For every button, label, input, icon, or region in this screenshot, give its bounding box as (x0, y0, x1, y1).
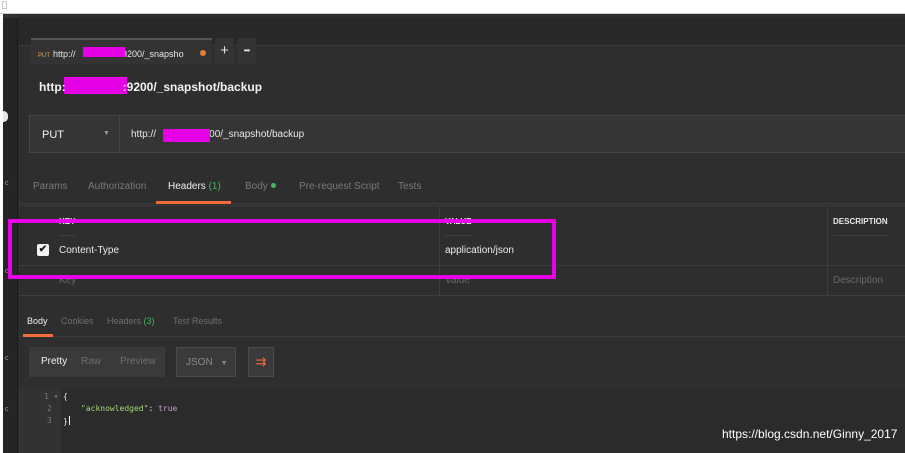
more-tabs-button[interactable]: ••• (237, 38, 256, 64)
request-title-prefix: http: (39, 80, 66, 94)
url-input-suffix: 9200/_snapshot/backup (198, 129, 305, 140)
column-divider (827, 206, 828, 296)
watermark: https://blog.csdn.net/Ginny_2017 (722, 427, 898, 441)
code-line-acknowledged: "acknowledged": true (81, 404, 177, 413)
sidebar-header (3, 14, 18, 18)
wrap-lines-icon[interactable]: ⇉ (248, 347, 274, 377)
response-tabs: Body Cookies Headers (3) Test Results (19, 309, 905, 337)
sidebar-item-marker[interactable]: c (5, 180, 9, 187)
view-pretty-button[interactable]: Pretty (29, 347, 73, 377)
new-description-input[interactable]: Description (833, 266, 883, 296)
text-cursor (68, 416, 70, 425)
request-tabs: Params Authorization Headers (1) Body Pr… (19, 174, 905, 204)
sidebar-item-marker[interactable]: c (5, 355, 9, 362)
redaction-bar (83, 47, 125, 57)
tab-tests[interactable]: Tests (398, 181, 421, 192)
code-close-brace-text: } (63, 417, 68, 426)
tab-method-label: PUT (38, 53, 50, 59)
sidebar-scroll-handle[interactable] (3, 111, 8, 122)
request-title-suffix: :9200/_snapshot/backup (122, 80, 263, 94)
code-open-brace: { (63, 392, 68, 401)
chevron-down-icon: ▼ (220, 360, 228, 367)
tab-body-label: Body (245, 181, 268, 192)
chevron-down-icon: ▼ (103, 130, 110, 137)
column-header-description: DESCRIPTION (833, 206, 888, 236)
response-tab-cookies[interactable]: Cookies (61, 316, 94, 326)
tab-url-suffix: :9200/_snapsho (119, 49, 184, 59)
url-input[interactable]: http:// 9200/_snapshot/backup (131, 129, 304, 140)
format-select[interactable]: JSON ▼ (176, 347, 236, 377)
postman-app: c c c c PUT http://:9200/_snapsho + ••• h… (3, 14, 905, 453)
url-input-prefix: http:// (131, 129, 157, 140)
active-response-tab-underline (23, 334, 53, 337)
format-select-value: JSON (186, 357, 213, 368)
new-tab-button[interactable]: + (215, 38, 234, 64)
json-colon: : (148, 404, 159, 413)
sidebar-item-marker[interactable]: c (5, 406, 9, 413)
response-tab-body[interactable]: Body (27, 316, 48, 326)
response-tab-headers-count: (3) (143, 316, 155, 326)
json-value: true (158, 404, 178, 413)
unsaved-dot-icon (200, 50, 206, 56)
tab-url-prefix: http:// (53, 49, 76, 59)
url-bar: PUT ▼ http:// 9200/_snapshot/backup (29, 115, 905, 154)
line-number: 1 ▾ (44, 392, 59, 401)
active-tab-underline (156, 201, 231, 204)
line-number: 2 (47, 404, 52, 413)
line-number-gutter: 1 ▾ 2 3 (19, 389, 61, 453)
request-title: http: :9200/_snapshot/backup (39, 80, 262, 94)
tab-pre-request-script[interactable]: Pre-request Script (299, 181, 380, 192)
method-select[interactable]: PUT ▼ (30, 116, 120, 154)
request-tab[interactable]: PUT http:// :9200/_snapsho (31, 38, 212, 64)
response-tab-test-results[interactable]: Test Results (173, 316, 222, 326)
line-number: 3 (47, 416, 52, 425)
tab-body[interactable]: Body (245, 181, 276, 192)
view-raw-button[interactable]: Raw (73, 347, 109, 377)
window-top-edge: ⎕ (0, 0, 905, 14)
annotation-highlight-box (8, 219, 556, 279)
tab-headers-label: Headers (168, 181, 206, 192)
response-tab-headers-label: Headers (107, 316, 142, 326)
redaction-bar (163, 129, 210, 142)
tab-headers-count: (1) (208, 181, 221, 192)
window-corner-mark: ⎕ (2, 1, 7, 10)
json-key: "acknowledged" (81, 404, 149, 413)
response-tab-headers[interactable]: Headers (3) (107, 316, 155, 326)
tab-authorization[interactable]: Authorization (88, 181, 146, 192)
method-value: PUT (42, 129, 64, 141)
tab-headers[interactable]: Headers (1) (168, 181, 221, 192)
code-close-brace: } (63, 416, 70, 426)
tab-params[interactable]: Params (33, 181, 67, 192)
body-set-dot-icon (270, 183, 276, 188)
response-body-editor[interactable]: 1 ▾ 2 3 { "acknowledged": true } (19, 389, 905, 453)
view-preview-button[interactable]: Preview (109, 347, 165, 377)
